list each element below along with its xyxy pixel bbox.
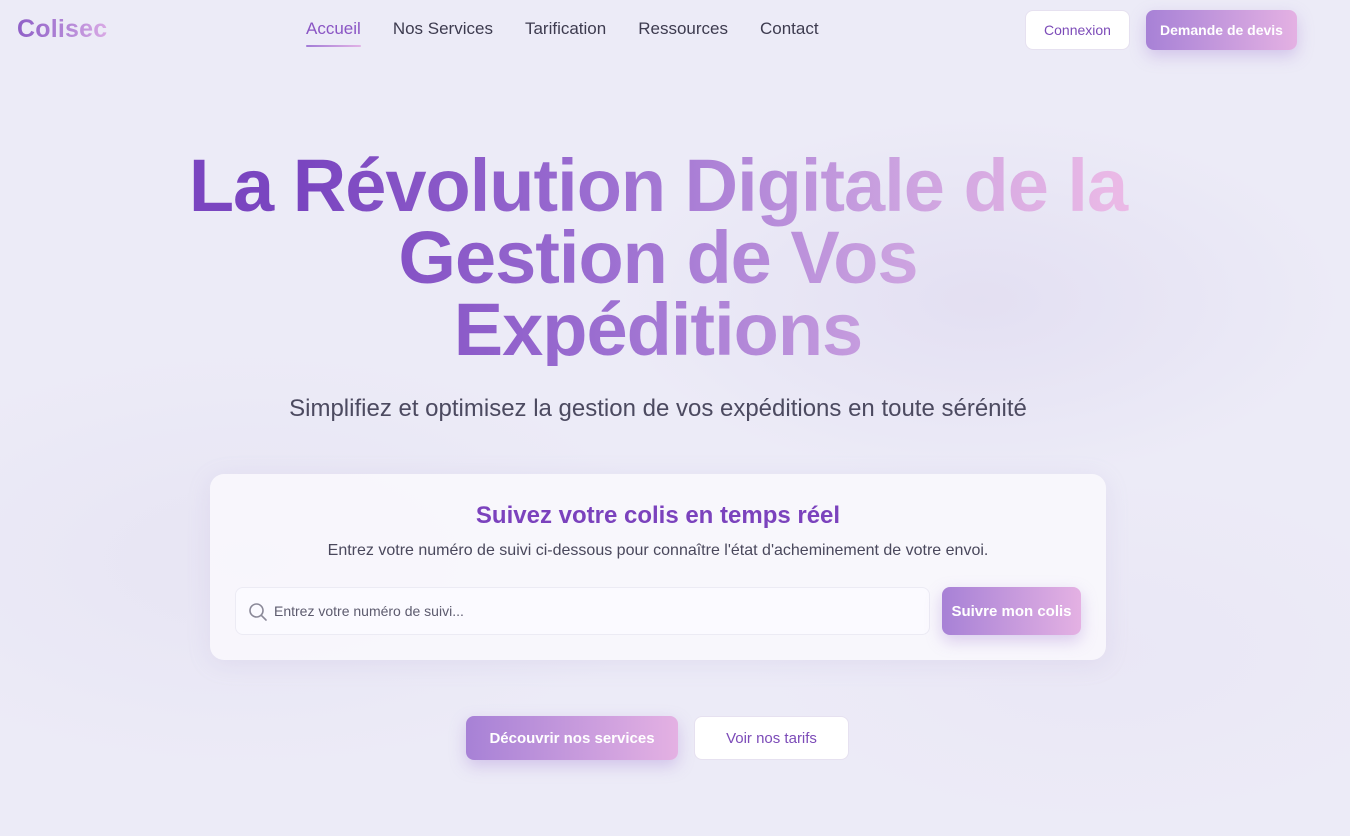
site-header: Colisec Accueil Nos Services Tarificatio… — [0, 0, 1350, 60]
discover-services-button[interactable]: Découvrir nos services — [466, 716, 678, 760]
tracking-number-input[interactable] — [274, 588, 924, 634]
nav-link-tarification[interactable]: Tarification — [525, 19, 606, 45]
tracking-description: Entrez votre numéro de suivi ci-dessous … — [327, 542, 989, 559]
hero-title: La Révolution Digitale de la Gestion de … — [150, 150, 1166, 366]
search-icon — [248, 602, 268, 622]
nav-link-ressources[interactable]: Ressources — [638, 19, 728, 45]
view-pricing-button[interactable]: Voir nos tarifs — [694, 716, 849, 760]
login-button[interactable]: Connexion — [1025, 10, 1130, 50]
hero-title-line-1: La Révolution Digitale de la — [188, 144, 1128, 227]
hero-title-line-3: Expéditions — [453, 288, 863, 371]
main-nav: Accueil Nos Services Tarification Ressou… — [306, 19, 819, 47]
nav-link-accueil[interactable]: Accueil — [306, 19, 361, 47]
nav-link-services[interactable]: Nos Services — [393, 19, 493, 45]
brand-logo[interactable]: Colisec — [17, 15, 107, 44]
tracking-title: Suivez votre colis en temps réel — [475, 502, 841, 529]
hero-title-line-2: Gestion de Vos — [398, 216, 918, 299]
tracking-card: Suivez votre colis en temps réel Entrez … — [210, 474, 1106, 660]
tracking-search-box[interactable] — [235, 587, 930, 635]
hero-subtitle: Simplifiez et optimisez la gestion de vo… — [289, 395, 1027, 422]
track-parcel-button[interactable]: Suivre mon colis — [942, 587, 1081, 635]
quote-request-button[interactable]: Demande de devis — [1146, 10, 1297, 50]
nav-link-contact[interactable]: Contact — [760, 19, 819, 45]
